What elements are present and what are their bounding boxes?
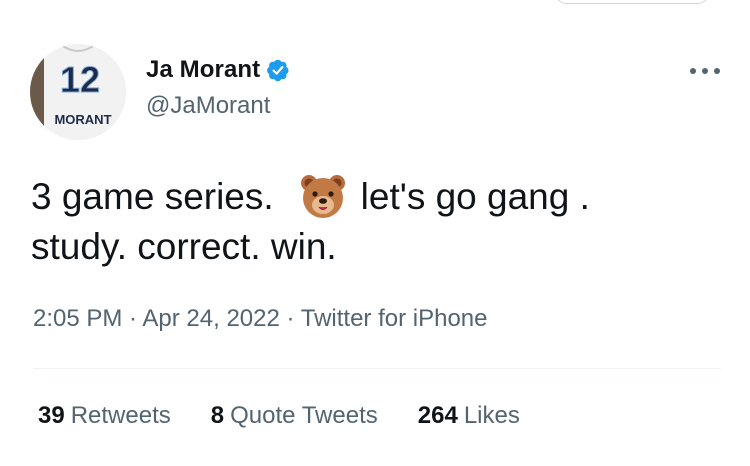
avatar-jersey-name: MORANT: [54, 112, 111, 127]
quote-tweets-label: Quote Tweets: [230, 402, 378, 429]
tweet-text-part-1: 3 game series.: [31, 176, 274, 217]
quote-tweets-count: 8: [210, 402, 225, 429]
tweet-line-1: 3 game series. let's go gang .: [31, 172, 731, 222]
tweet-time[interactable]: 2:05 PM: [33, 305, 122, 332]
tweet-meta: 2:05 PM · Apr 24, 2022 · Twitter for iPh…: [33, 305, 488, 333]
author-name-row[interactable]: Ja Morant: [146, 56, 290, 84]
tweet-source-link[interactable]: Twitter for iPhone: [301, 305, 488, 332]
avatar-jersey-number: 12: [60, 59, 100, 100]
likes-stat[interactable]: 264 Likes: [418, 402, 520, 430]
tweet-stats: 39 Retweets 8 Quote Tweets 264 Likes: [38, 402, 520, 430]
verified-badge-icon: [267, 59, 289, 82]
author-display-name[interactable]: Ja Morant: [146, 56, 260, 84]
retweets-label: Retweets: [70, 402, 171, 429]
divider: [33, 368, 721, 369]
meta-separator-2: ·: [279, 305, 301, 332]
tweet-date[interactable]: Apr 24, 2022: [142, 305, 279, 332]
bear-face-icon: [300, 175, 345, 218]
quote-tweets-stat[interactable]: 8 Quote Tweets: [211, 402, 378, 430]
tweet-text: 3 game series. let's go gang . study. co…: [31, 172, 731, 272]
tweet-text-part-2: let's go gang .: [360, 176, 590, 217]
top-pill-button[interactable]: [553, 0, 711, 4]
retweets-stat[interactable]: 39 Retweets: [38, 402, 171, 430]
more-options-icon[interactable]: [690, 64, 720, 78]
retweets-count: 39: [38, 402, 65, 429]
tweet-line-2: study. correct. win.: [31, 226, 337, 267]
meta-separator-1: ·: [122, 305, 143, 332]
likes-count: 264: [417, 402, 458, 429]
likes-label: Likes: [463, 402, 520, 429]
author-handle[interactable]: @JaMorant: [146, 92, 270, 120]
avatar[interactable]: 12 MORANT: [30, 44, 126, 140]
